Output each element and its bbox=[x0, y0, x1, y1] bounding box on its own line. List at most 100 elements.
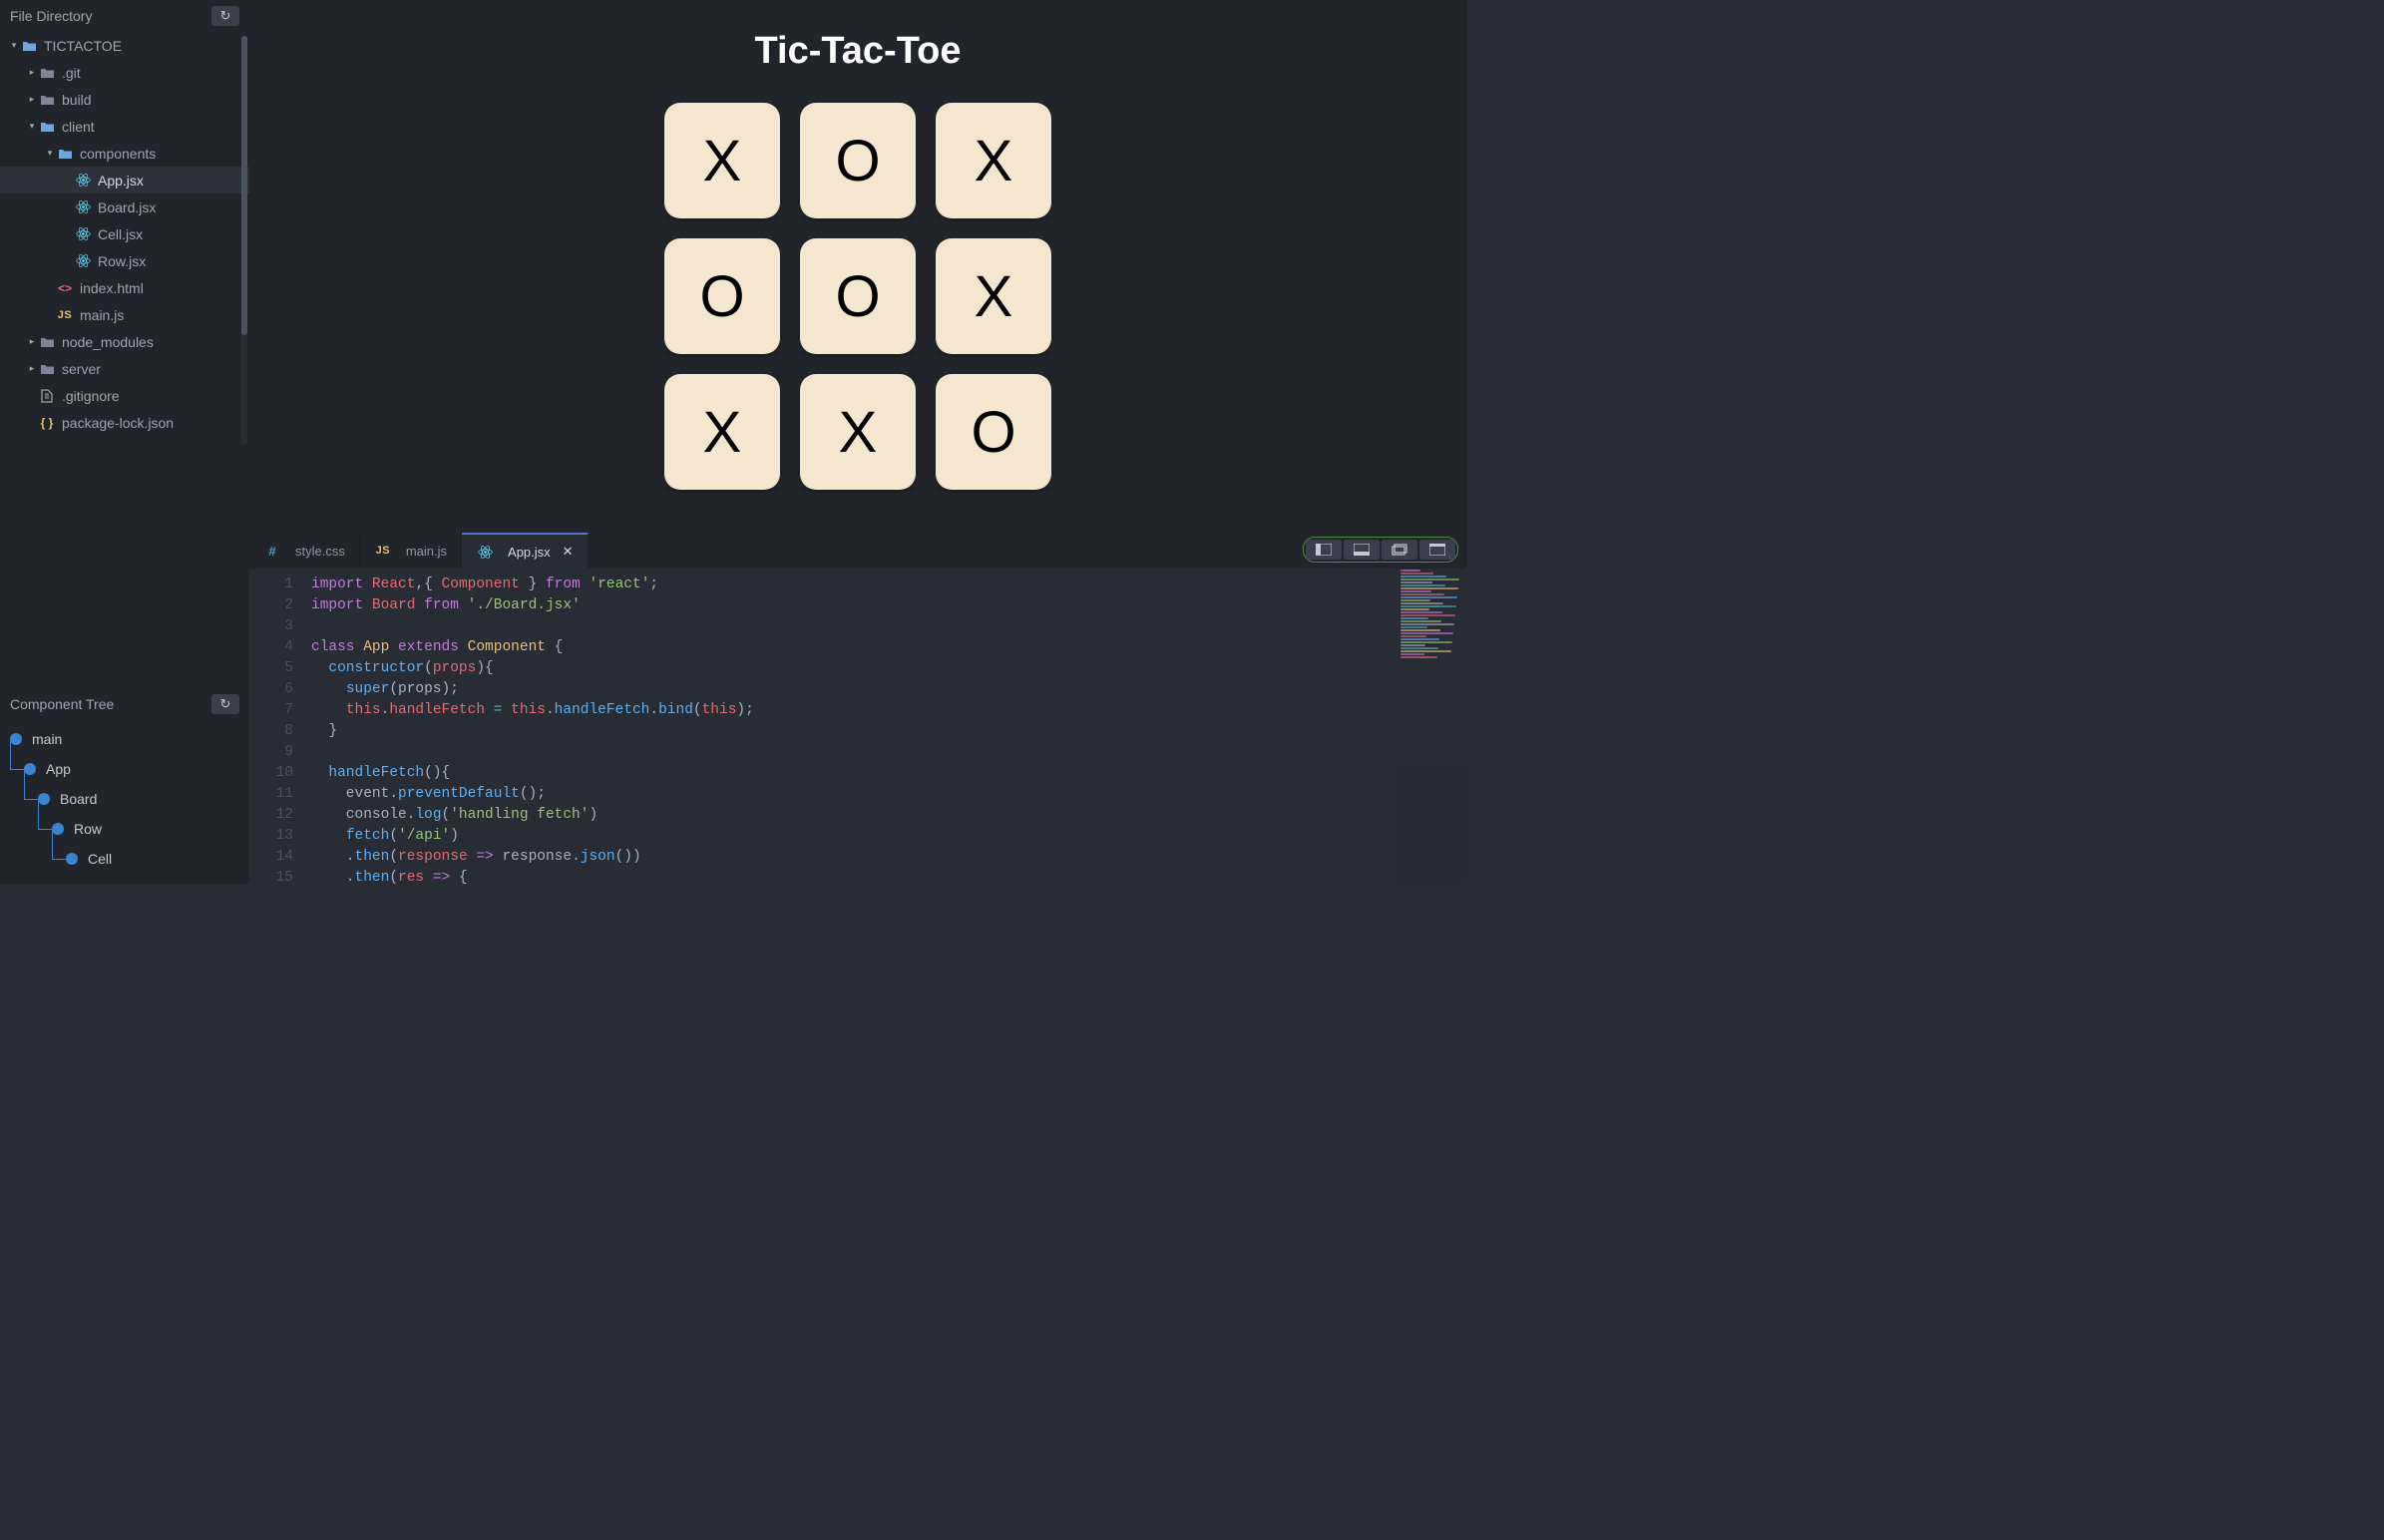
tree-arrow-icon: ▸ bbox=[26, 336, 38, 347]
file-tree-item-label: main.js bbox=[80, 307, 124, 323]
close-icon[interactable]: ✕ bbox=[563, 544, 574, 560]
folder-open-icon bbox=[38, 121, 56, 133]
editor-tab[interactable]: # style.css bbox=[249, 533, 360, 569]
file-tree-item[interactable]: Row.jsx bbox=[0, 247, 249, 274]
code-line: constructor(props){ bbox=[311, 658, 1466, 679]
layout-stacked-button[interactable] bbox=[1382, 540, 1417, 560]
game-cell[interactable]: O bbox=[800, 103, 916, 218]
component-tree-item-label: main bbox=[32, 731, 62, 747]
component-tree-item[interactable]: Row bbox=[10, 814, 249, 844]
editor-tab-label: style.css bbox=[295, 544, 345, 559]
component-tree-item-label: App bbox=[46, 761, 71, 777]
game-board: XOXOOXXXO bbox=[664, 103, 1051, 490]
file-tree-item[interactable]: ▸server bbox=[0, 355, 249, 382]
file-tree-item-label: server bbox=[62, 361, 101, 377]
tree-arrow-icon: ▸ bbox=[26, 94, 38, 105]
refresh-component-tree-button[interactable]: ↻ bbox=[211, 694, 239, 714]
code-line: fetch('/api') bbox=[311, 826, 1466, 847]
react-icon bbox=[74, 173, 92, 188]
file-tree-item-label: package-lock.json bbox=[62, 415, 174, 431]
layout-panel-left-button[interactable] bbox=[1306, 540, 1342, 560]
file-tree-item[interactable]: ▸.git bbox=[0, 59, 249, 86]
folder-icon bbox=[38, 336, 56, 348]
editor-tabbar: # style.css JSmain.js App.jsx ✕ bbox=[249, 533, 1466, 569]
game-cell[interactable]: O bbox=[936, 374, 1051, 490]
game-title: Tic-Tac-Toe bbox=[755, 30, 962, 73]
file-directory-title: File Directory bbox=[10, 8, 211, 24]
game-cell[interactable]: O bbox=[800, 238, 916, 354]
file-tree-item[interactable]: ▸ build bbox=[0, 86, 249, 113]
line-number: 9 bbox=[249, 742, 293, 763]
layout-single-button[interactable] bbox=[1419, 540, 1455, 560]
file-tree-scrollbar-thumb[interactable] bbox=[241, 36, 247, 335]
editor-body[interactable]: 123456789101112131415 import React,{ Com… bbox=[249, 569, 1466, 884]
code-line bbox=[311, 616, 1466, 637]
tree-arrow-icon: ▾ bbox=[44, 148, 56, 159]
file-tree-item[interactable]: ▾ components bbox=[0, 140, 249, 167]
layout-panel-bottom-button[interactable] bbox=[1344, 540, 1380, 560]
code-content[interactable]: import React,{ Component } from 'react';… bbox=[305, 569, 1466, 884]
line-number: 1 bbox=[249, 575, 293, 595]
file-tree-item[interactable]: JSmain.js bbox=[0, 301, 249, 328]
tree-arrow-icon: ▾ bbox=[8, 40, 20, 51]
file-tree-item[interactable]: Cell.jsx bbox=[0, 220, 249, 247]
editor-tab[interactable]: App.jsx ✕ bbox=[462, 533, 589, 569]
file-tree-item[interactable]: Board.jsx bbox=[0, 193, 249, 220]
file-tree-item[interactable]: { }package-lock.json bbox=[0, 409, 249, 436]
sidebar: File Directory ↻ ▾TICTACTOE▸.git▸build▾c… bbox=[0, 0, 249, 884]
react-icon bbox=[74, 226, 92, 241]
editor-tab[interactable]: JSmain.js bbox=[360, 533, 462, 569]
game-cell[interactable]: X bbox=[936, 238, 1051, 354]
file-tree-item-label: build bbox=[62, 92, 92, 108]
editor-tab-label: App.jsx bbox=[508, 545, 551, 560]
folder-open-icon bbox=[56, 148, 74, 160]
code-line: .then(response => response.json()) bbox=[311, 847, 1466, 868]
js-icon: JS bbox=[374, 545, 392, 557]
component-tree-item[interactable]: Board bbox=[10, 784, 249, 814]
line-number: 8 bbox=[249, 721, 293, 742]
component-tree-item[interactable]: App bbox=[10, 754, 249, 784]
component-tree-item[interactable]: Cell bbox=[10, 844, 249, 874]
line-number: 5 bbox=[249, 658, 293, 679]
component-tree-node-icon bbox=[10, 733, 22, 745]
folder-icon bbox=[38, 363, 56, 375]
component-tree-node-icon bbox=[66, 853, 78, 865]
line-number: 13 bbox=[249, 826, 293, 847]
file-tree-item-label: .gitignore bbox=[62, 388, 120, 404]
refresh-file-directory-button[interactable]: ↻ bbox=[211, 6, 239, 26]
line-number: 11 bbox=[249, 784, 293, 805]
component-tree-item-label: Board bbox=[60, 791, 97, 807]
file-tree-item-label: Cell.jsx bbox=[98, 226, 143, 242]
file-tree-item[interactable]: ▸node_modules bbox=[0, 328, 249, 355]
code-line: class App extends Component { bbox=[311, 637, 1466, 658]
file-tree-item[interactable]: ▾TICTACTOE bbox=[0, 32, 249, 59]
line-number: 12 bbox=[249, 805, 293, 826]
file-tree-item-label: components bbox=[80, 146, 156, 162]
react-icon bbox=[476, 545, 494, 560]
game-cell[interactable]: X bbox=[936, 103, 1051, 218]
component-tree-node-icon bbox=[52, 823, 64, 835]
file-tree-item[interactable]: ▾client bbox=[0, 113, 249, 140]
file-tree-item-label: Row.jsx bbox=[98, 253, 146, 269]
line-number: 15 bbox=[249, 868, 293, 884]
file-tree-item[interactable]: .gitignore bbox=[0, 382, 249, 409]
component-tree-item[interactable]: main bbox=[10, 724, 249, 754]
html-icon: <> bbox=[56, 281, 74, 295]
game-cell[interactable]: O bbox=[664, 238, 780, 354]
component-tree: main App Board RowCell bbox=[0, 720, 249, 884]
line-number: 3 bbox=[249, 616, 293, 637]
css-icon: # bbox=[263, 544, 281, 559]
line-number: 2 bbox=[249, 595, 293, 616]
game-cell[interactable]: X bbox=[664, 103, 780, 218]
tree-arrow-icon: ▾ bbox=[26, 121, 38, 132]
folder-open-icon bbox=[20, 40, 38, 52]
code-line: .then(res => { bbox=[311, 868, 1466, 884]
game-cell[interactable]: X bbox=[664, 374, 780, 490]
line-number-gutter: 123456789101112131415 bbox=[249, 569, 305, 884]
game-cell[interactable]: X bbox=[800, 374, 916, 490]
app-preview: Tic-Tac-Toe XOXOOXXXO bbox=[249, 0, 1466, 533]
file-tree: ▾TICTACTOE▸.git▸build▾client▾componentsA… bbox=[0, 32, 249, 688]
file-tree-item[interactable]: App.jsx bbox=[0, 167, 249, 193]
file-tree-item[interactable]: <>index.html bbox=[0, 274, 249, 301]
code-line bbox=[311, 742, 1466, 763]
